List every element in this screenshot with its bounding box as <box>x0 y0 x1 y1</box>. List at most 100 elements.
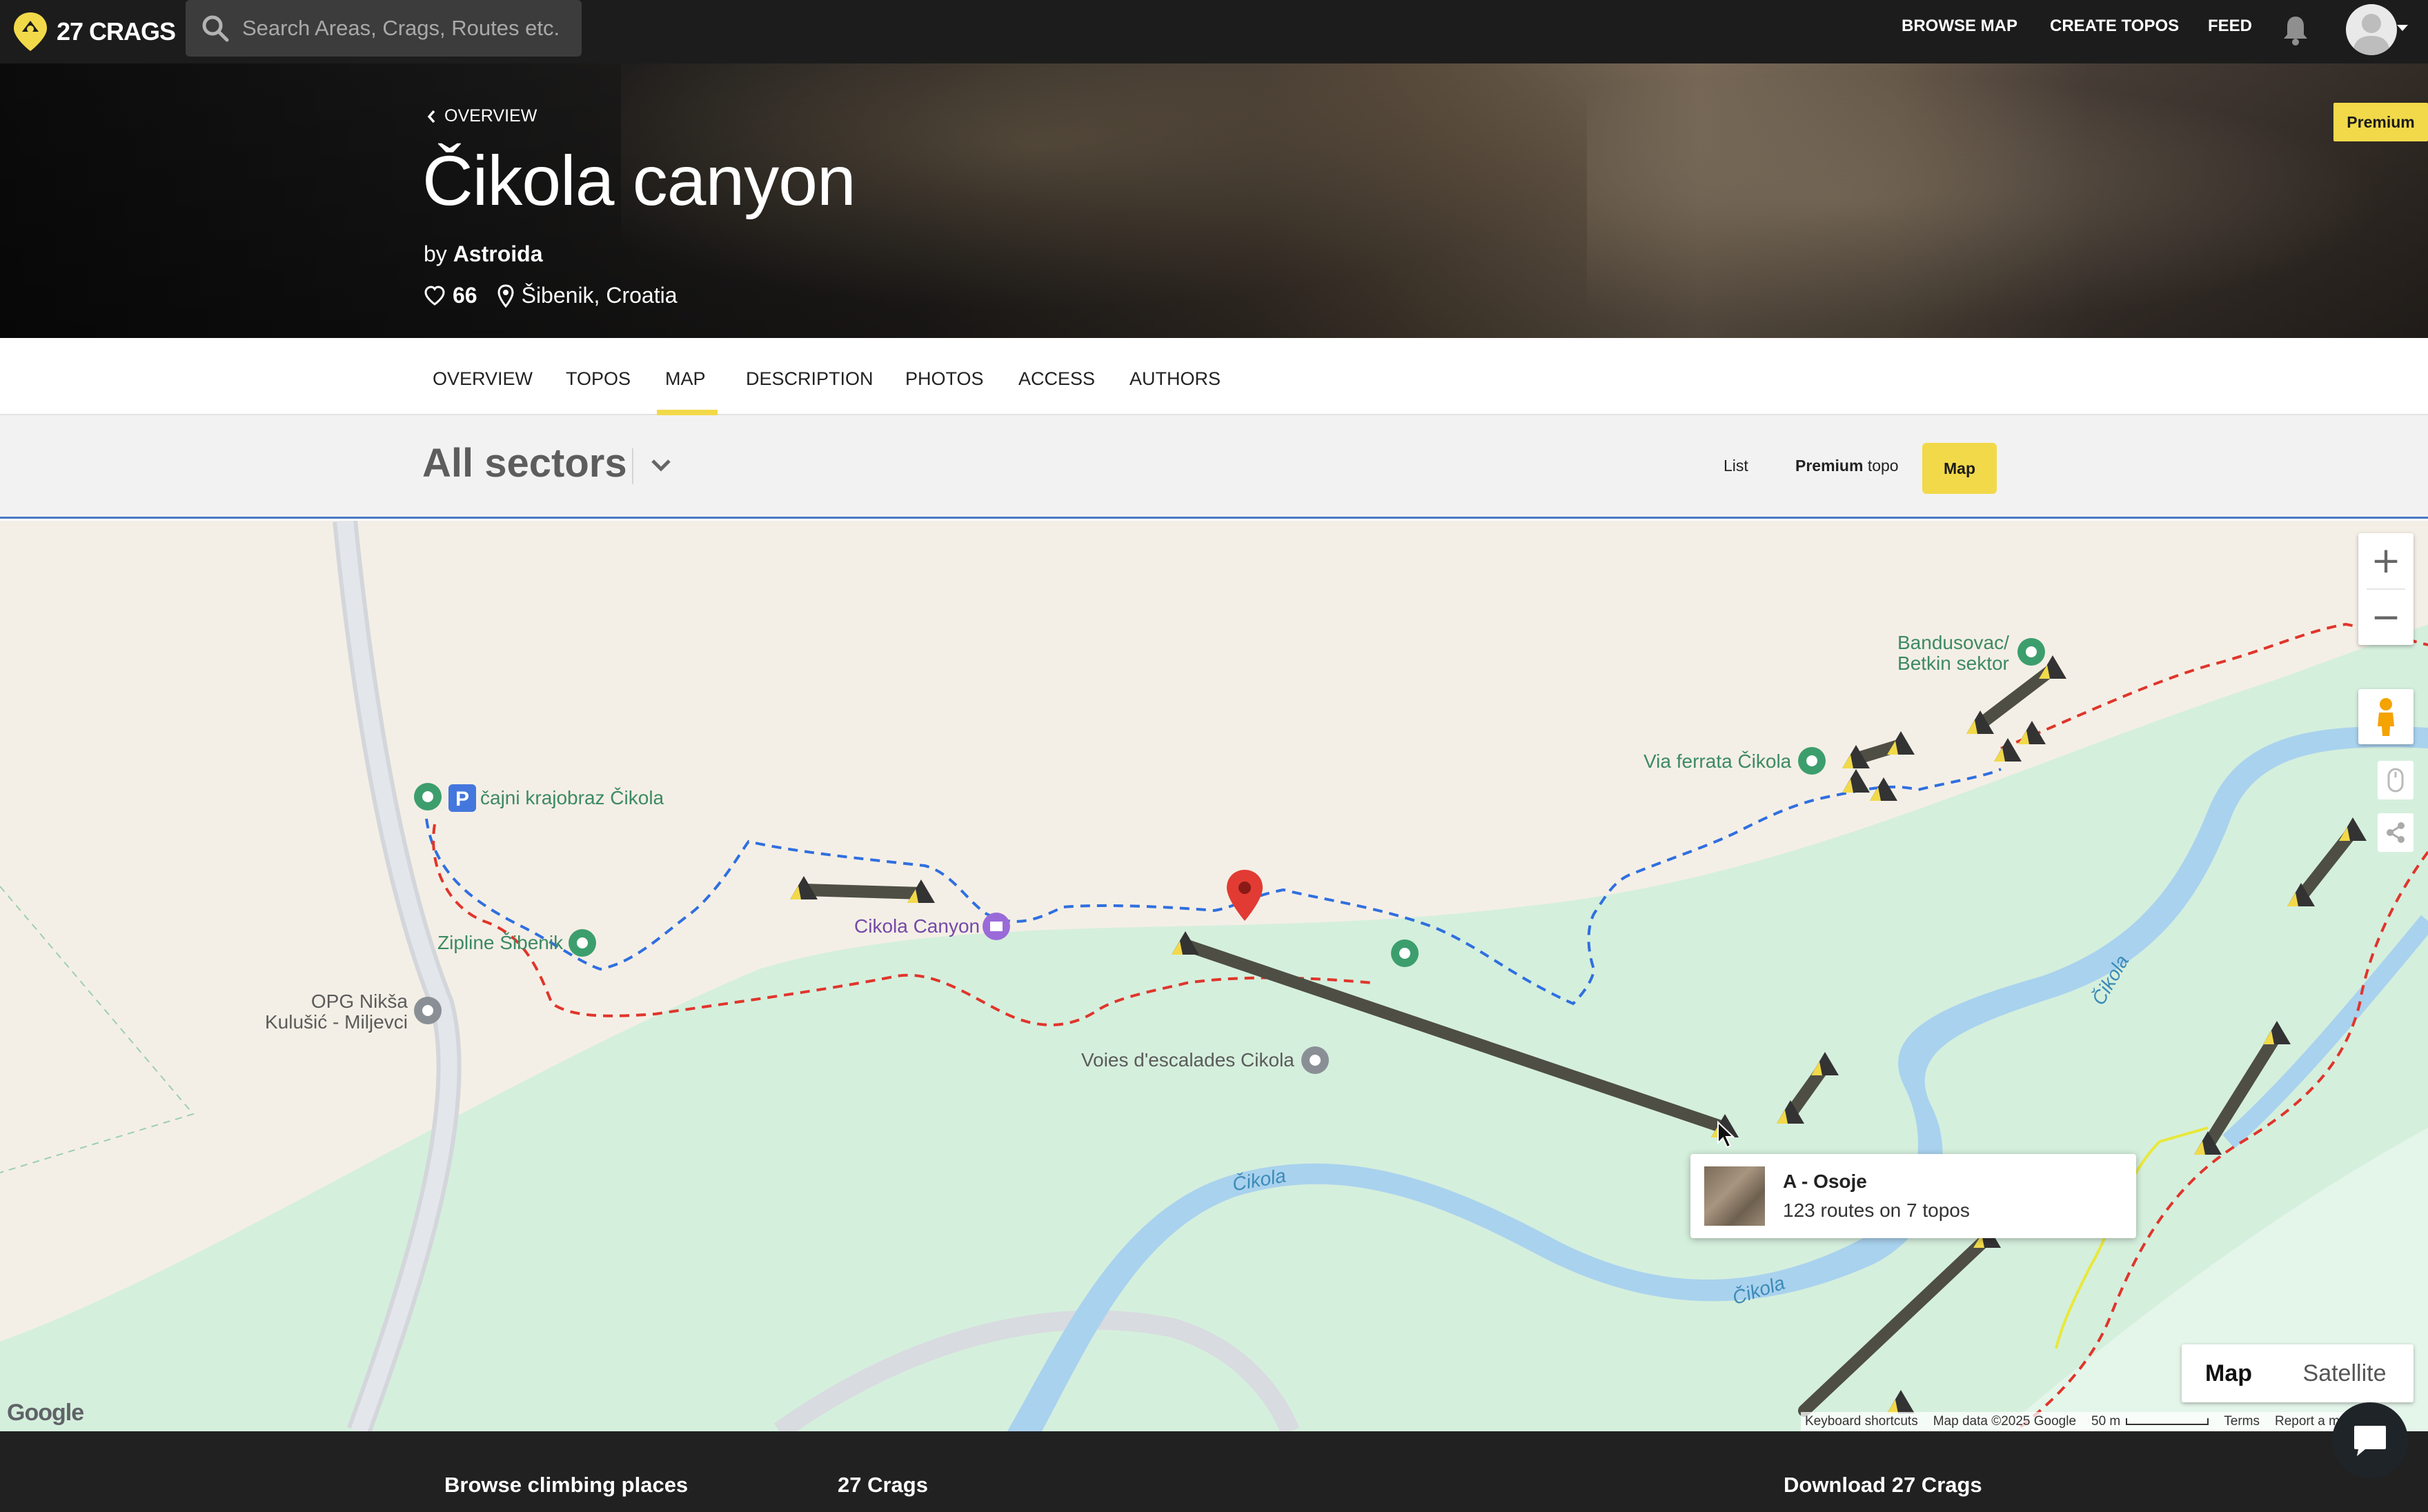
tab-map[interactable]: MAP <box>665 368 706 390</box>
nav-browse-map[interactable]: BROWSE MAP <box>1902 17 2017 36</box>
mouse-icon <box>2387 768 2404 793</box>
terms-link[interactable]: Terms <box>2224 1414 2260 1429</box>
zoom-controls: + − <box>2358 533 2414 645</box>
zoom-in-button[interactable]: + <box>2358 533 2414 588</box>
map-label-krajobraz[interactable]: čajni krajobraz Čikola <box>480 787 664 809</box>
map-label-cikola-canyon[interactable]: Cikola Canyon <box>854 915 980 937</box>
map-label-voies[interactable]: Voies d'escalades Cikola <box>1081 1049 1294 1071</box>
view-list-button[interactable]: List <box>1724 457 1748 475</box>
search-input[interactable] <box>230 0 582 57</box>
map-label-opg[interactable]: OPG Nikša Kulušić - Miljevci <box>265 991 408 1033</box>
zoom-out-button[interactable]: − <box>2358 590 2414 645</box>
sector-selector-label[interactable]: All sectors <box>422 440 627 486</box>
search-box[interactable] <box>186 0 582 57</box>
view-map-button[interactable]: Map <box>1922 443 1997 494</box>
footer-download-heading: Download 27 Crags <box>1784 1473 1982 1497</box>
hero-overlay <box>0 63 2428 338</box>
crag-tabs: OVERVIEW TOPOS MAP DESCRIPTION PHOTOS AC… <box>0 338 2428 415</box>
poi-pin-zipline[interactable] <box>569 929 596 957</box>
back-link-label: OVERVIEW <box>444 106 537 126</box>
google-logo[interactable]: Google <box>7 1400 84 1426</box>
hero-banner: OVERVIEW Čikola canyon by Astroida 66 Ši… <box>0 63 2428 338</box>
sector-popup[interactable]: A - Osoje 123 routes on 7 topos <box>1690 1154 2136 1238</box>
map-scale[interactable]: 50 m <box>2091 1414 2209 1429</box>
poi-pin-voies[interactable] <box>1301 1046 1329 1074</box>
map-type-map-button[interactable]: Map <box>2182 1344 2276 1402</box>
footer-27crags-heading: 27 Crags <box>838 1473 928 1497</box>
top-navigation-bar: 27 CRAGS BROWSE MAP CREATE TOPOS FEED <box>0 0 2428 63</box>
tab-access[interactable]: ACCESS <box>1018 368 1095 390</box>
nav-create-topos[interactable]: CREATE TOPOS <box>2050 17 2179 36</box>
premium-badge[interactable]: Premium <box>2333 103 2428 141</box>
avatar-dropdown-caret-icon[interactable] <box>2397 25 2408 31</box>
chat-bubble-icon <box>2354 1426 2386 1456</box>
street-view-pegman-button[interactable] <box>2358 689 2414 744</box>
logo-text: 27 CRAGS <box>57 17 176 46</box>
poi-pin-park[interactable] <box>1391 939 1419 967</box>
map-canvas[interactable]: P <box>0 521 2428 1431</box>
crag-location-marker[interactable] <box>1227 870 1263 921</box>
avatar[interactable] <box>2346 4 2397 55</box>
map-type-satellite-button[interactable]: Satellite <box>2276 1344 2414 1402</box>
active-tab-indicator <box>657 410 718 415</box>
mouse-control-button[interactable] <box>2378 761 2414 799</box>
popup-sector-name[interactable]: A - Osoje <box>1783 1171 1867 1193</box>
premium-label: Premium <box>1795 457 1864 475</box>
author-link[interactable]: Astroida <box>453 241 543 266</box>
back-to-overview-link[interactable]: OVERVIEW <box>426 106 537 126</box>
logo-pin-icon <box>14 12 47 51</box>
sector-toolbar: All sectors List Premium topo Map <box>0 415 2428 519</box>
sector-marker[interactable] <box>1842 769 1870 793</box>
parking-icon[interactable]: P <box>448 784 476 812</box>
tab-topos[interactable]: TOPOS <box>566 368 631 390</box>
user-silhouette-icon <box>2353 14 2390 55</box>
share-map-button[interactable] <box>2378 813 2414 852</box>
author-byline: by Astroida <box>424 241 542 267</box>
page-title: Čikola canyon <box>422 141 856 220</box>
by-prefix: by <box>424 241 447 266</box>
chat-support-button[interactable] <box>2332 1402 2408 1478</box>
popup-route-count: 123 routes on 7 topos <box>1783 1200 1970 1221</box>
map-type-control: Map Satellite <box>2182 1344 2414 1402</box>
svg-text:P: P <box>455 788 469 810</box>
footer: Browse climbing places 27 Crags Download… <box>0 1431 2428 1512</box>
tab-authors[interactable]: AUTHORS <box>1129 368 1221 390</box>
tab-description[interactable]: DESCRIPTION <box>746 368 874 390</box>
poi-pin-opg[interactable] <box>414 997 442 1024</box>
crag-stats: 66 Šibenik, Croatia <box>424 283 677 308</box>
sector-marker[interactable] <box>2018 721 2046 744</box>
heart-icon[interactable] <box>424 285 446 306</box>
bell-icon[interactable] <box>2281 14 2310 46</box>
location-pin-icon <box>497 284 514 308</box>
google-logo-text: Google <box>7 1400 84 1426</box>
chevron-left-icon <box>427 110 435 123</box>
view-premium-topo-button[interactable]: Premium topo <box>1795 457 1899 475</box>
boundary-line <box>0 886 195 1173</box>
map-label-zipline[interactable]: Zipline Šibenik <box>437 932 563 954</box>
map-label-bandusovac[interactable]: Bandusovac/ Betkin sektor <box>1897 633 2009 674</box>
map-label-via-ferrata[interactable]: Via ferrata Čikola <box>1644 750 1791 773</box>
sector-thumbnail <box>1704 1166 1765 1226</box>
poi-pin-krajobraz[interactable] <box>414 783 442 810</box>
search-icon <box>202 15 229 42</box>
sector-map[interactable]: P Bandusovac/ Betkin sektor Via ferrata … <box>0 521 2428 1431</box>
poi-pin-via-ferrata[interactable] <box>1798 747 1826 775</box>
likes-count: 66 <box>453 283 477 308</box>
share-icon <box>2387 822 2405 843</box>
pegman-icon <box>2378 698 2394 736</box>
nav-feed[interactable]: FEED <box>2208 17 2252 36</box>
scale-bar <box>2126 1418 2209 1425</box>
tab-overview[interactable]: OVERVIEW <box>433 368 533 390</box>
location-text[interactable]: Šibenik, Croatia <box>522 283 678 308</box>
topo-label: topo <box>1863 457 1899 475</box>
tab-photos[interactable]: PHOTOS <box>905 368 984 390</box>
map-data-credit: Map data ©2025 Google <box>1933 1414 2077 1429</box>
scale-label: 50 m <box>2091 1414 2121 1429</box>
logo[interactable]: 27 CRAGS <box>12 10 176 54</box>
chevron-down-icon[interactable] <box>649 457 673 475</box>
divider <box>632 448 633 484</box>
keyboard-shortcuts-link[interactable]: Keyboard shortcuts <box>1805 1414 1918 1429</box>
poi-pin-bandusovac[interactable] <box>2017 638 2045 666</box>
poi-pin-cikola-canyon[interactable] <box>983 913 1010 940</box>
map-attribution: Keyboard shortcuts Map data ©2025 Google… <box>1801 1412 2390 1431</box>
